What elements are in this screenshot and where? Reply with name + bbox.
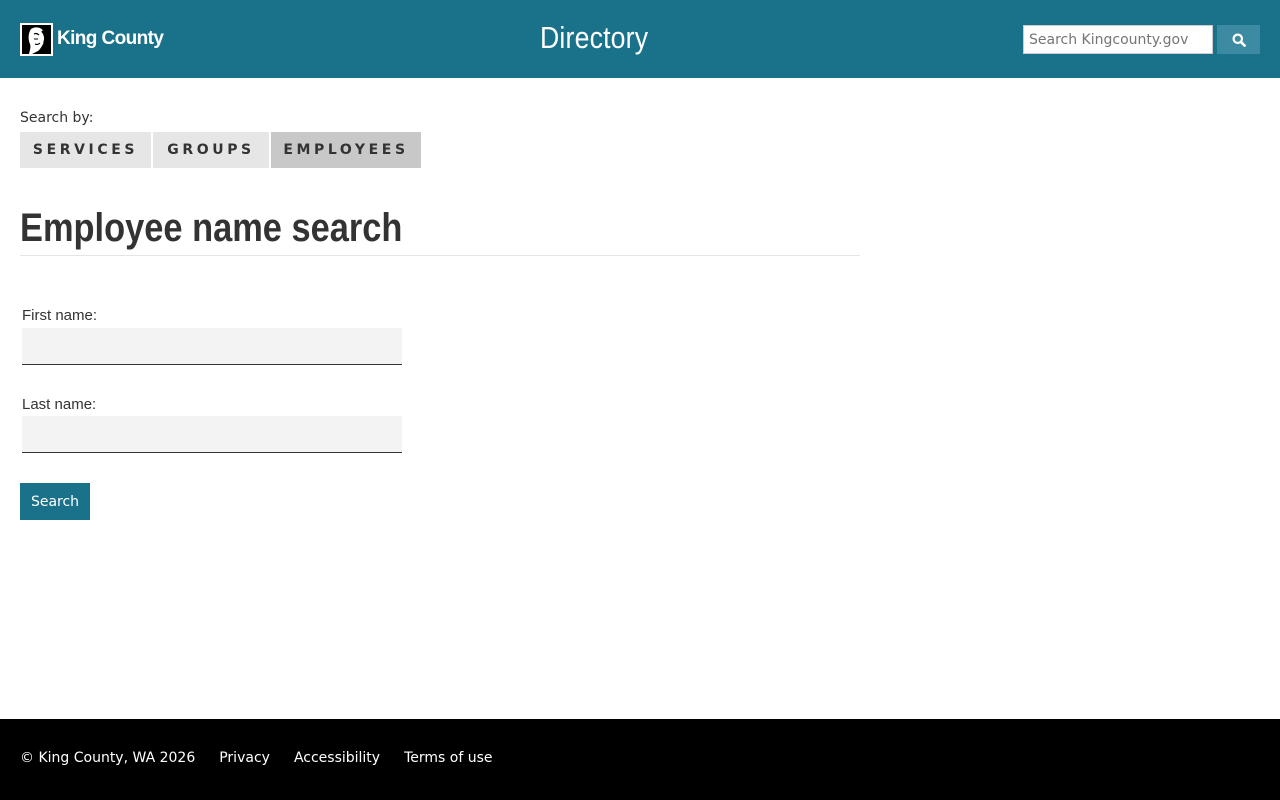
site-search-input[interactable] [1023, 25, 1213, 54]
search-by-label: Search by: [20, 110, 94, 126]
site-footer: © King County, WA 2026 Privacy Accessibi… [0, 719, 1280, 800]
search-submit-button[interactable]: Search [20, 483, 90, 520]
tab-groups[interactable]: GROUPS [153, 132, 269, 168]
first-name-field[interactable] [22, 328, 402, 365]
king-county-logo[interactable]: King County [20, 22, 164, 56]
logo-wordmark: King County [57, 28, 164, 49]
first-name-label: First name: [22, 307, 98, 324]
search-icon [1232, 33, 1246, 47]
page-title: Employee name search [20, 206, 403, 250]
site-header: King County Directory [0, 0, 1280, 78]
copyright-text: © King County, WA 2026 [20, 750, 196, 766]
site-search-button[interactable] [1217, 25, 1260, 54]
footer-link-terms[interactable]: Terms of use [404, 750, 492, 766]
site-title: Directory [540, 20, 649, 55]
mlk-portrait-icon [20, 22, 53, 56]
search-by-tabs: SERVICES GROUPS EMPLOYEES [20, 132, 423, 168]
tab-services[interactable]: SERVICES [20, 132, 151, 168]
footer-link-privacy[interactable]: Privacy [219, 750, 270, 766]
heading-divider [20, 255, 860, 256]
last-name-label: Last name: [22, 396, 97, 413]
last-name-field[interactable] [22, 416, 402, 453]
footer-link-accessibility[interactable]: Accessibility [294, 750, 380, 766]
tab-employees[interactable]: EMPLOYEES [271, 132, 421, 168]
